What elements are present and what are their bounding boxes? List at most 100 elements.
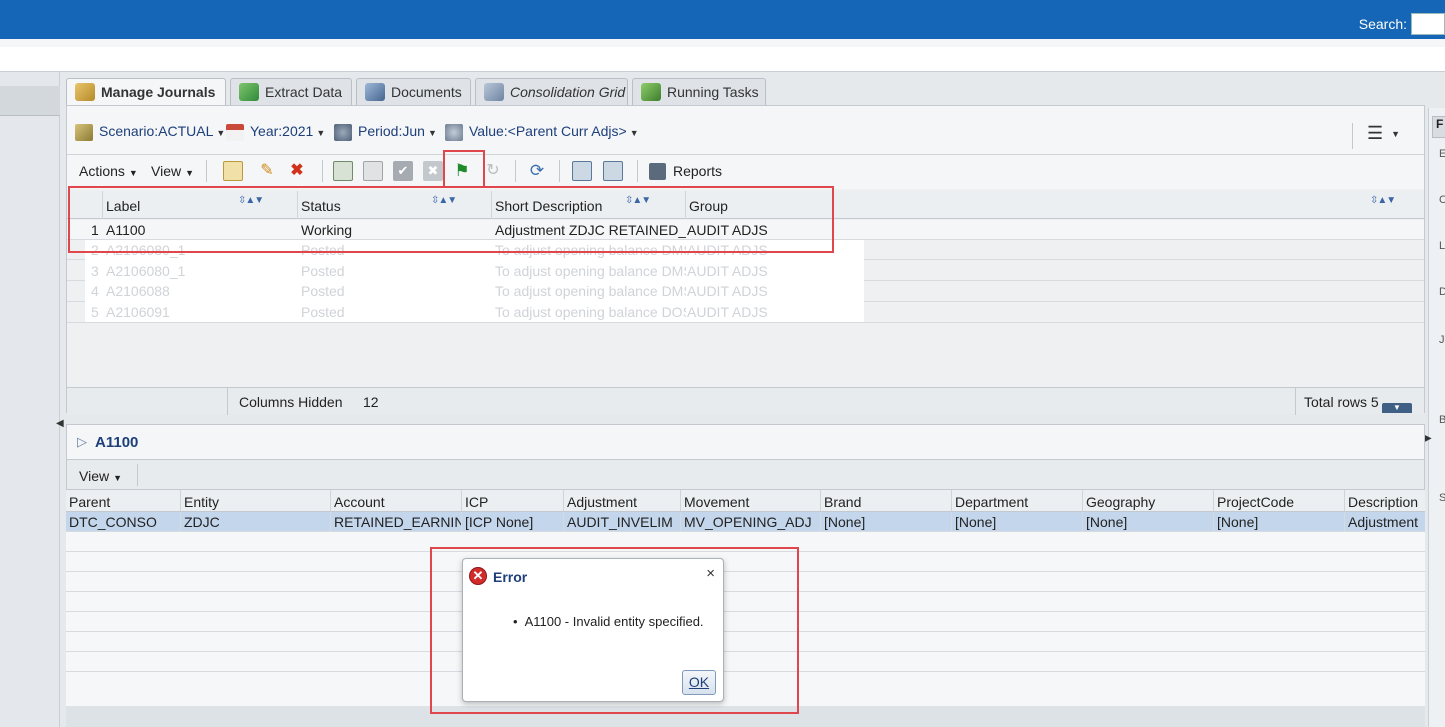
column-header-icp[interactable]: ICP	[462, 490, 564, 512]
sort-arrows-icon[interactable]: ⇳▲▼	[1370, 195, 1396, 206]
reject-icon[interactable]: ✖	[423, 161, 443, 181]
detail-row[interactable]	[66, 532, 1425, 552]
detail-row[interactable]	[66, 632, 1425, 652]
table-row[interactable]: 2 A2106080_1 Posted To adjust opening ba…	[85, 240, 864, 260]
column-header-description[interactable]: Description	[1345, 490, 1425, 512]
chevron-down-icon: ▼	[1391, 129, 1401, 140]
column-header-label[interactable]: Label ⇳▲▼	[103, 191, 298, 219]
sort-arrows-icon[interactable]: ⇳▲▼	[238, 195, 264, 206]
collapse-left-arrow-icon[interactable]: ◀	[56, 418, 64, 429]
pov-year[interactable]: Year:2021 ▼	[226, 123, 325, 141]
panel-menu-button[interactable]: ☰ ▼	[1352, 123, 1402, 149]
right-rail-tab[interactable]: F	[1432, 116, 1445, 138]
journal-detail-header: ▷ A1100	[66, 424, 1425, 460]
unpost-icon[interactable]: ↻	[483, 161, 503, 181]
export-icon[interactable]	[603, 161, 623, 181]
edit-pencil-icon[interactable]: ✎	[257, 161, 277, 181]
cell-label: A2106080_1	[106, 242, 186, 258]
divider	[322, 160, 323, 182]
documents-icon	[365, 83, 385, 101]
cell-description: Adjustment	[1348, 514, 1419, 530]
cell-entity: ZDJC	[181, 512, 331, 532]
manage-journals-panel: Scenario:ACTUAL ▼ Year:2021 ▼ Period:Jun ▼ …	[66, 105, 1425, 415]
expand-triangle-icon[interactable]: ▷	[77, 434, 87, 450]
column-header-status[interactable]: Status ⇳▲▼	[298, 191, 492, 219]
table-row[interactable]: 4 A2106088 Posted To adjust opening bala…	[85, 281, 864, 301]
cell-status: Posted	[301, 304, 345, 320]
column-header-geography[interactable]: Geography	[1083, 490, 1214, 512]
detail-view-menu[interactable]: View ▼	[79, 468, 122, 484]
new-journal-icon[interactable]	[223, 161, 243, 181]
column-header-group[interactable]: Group ⇳▲▼	[686, 191, 1424, 219]
pov-scenario-label: Scenario:ACTUAL	[99, 123, 214, 139]
divider	[227, 388, 228, 415]
column-header-brand[interactable]: Brand	[821, 490, 952, 512]
tab-documents[interactable]: Documents	[356, 78, 471, 105]
pov-scenario[interactable]: Scenario:ACTUAL ▼	[75, 123, 226, 141]
expand-right-arrow-icon[interactable]: ▶	[1424, 433, 1432, 444]
table-row[interactable]: 5 A2106091 Posted To adjust opening bala…	[85, 302, 864, 322]
unsubmit-icon[interactable]	[363, 161, 383, 181]
pov-value[interactable]: Value:<Parent Curr Adjs> ▼	[445, 123, 639, 141]
tab-consolidation-grid[interactable]: Consolidation Grid	[475, 78, 628, 105]
left-rail-header[interactable]	[0, 86, 60, 116]
detail-row[interactable]	[66, 652, 1425, 672]
table-row[interactable]: 3 A2106080_1 Posted To adjust opening ba…	[85, 261, 864, 281]
detail-row[interactable]	[66, 612, 1425, 632]
chevron-down-icon: ▼	[113, 473, 123, 483]
row-number: 3	[91, 263, 99, 279]
delete-icon[interactable]: ✖	[287, 161, 307, 181]
post-flag-icon[interactable]: ⚑	[452, 161, 472, 181]
column-header-parent[interactable]: Parent	[66, 490, 181, 512]
tab-running-tasks[interactable]: Running Tasks	[632, 78, 766, 105]
refresh-icon[interactable]: ⟳	[527, 161, 547, 181]
error-dialog: ✕ Error × A1100 - Invalid entity specifi…	[462, 558, 724, 702]
cell-short-description: To adjust opening balance DOS	[495, 304, 686, 320]
column-header-projectcode[interactable]: ProjectCode	[1214, 490, 1345, 512]
approve-check-icon[interactable]: ✔	[393, 161, 413, 181]
view-label: View	[79, 468, 110, 484]
reports-button[interactable]: Reports	[649, 163, 722, 180]
cell-group: AUDIT ADJS	[687, 304, 768, 320]
scroll-down-icon[interactable]: ▼	[1382, 403, 1412, 413]
detail-row-selected[interactable]: DTC_CONSO ZDJC RETAINED_EARNINGS [ICP No…	[66, 512, 1425, 532]
cell-icp: [ICP None]	[462, 512, 564, 532]
divider	[137, 464, 138, 486]
cell-label: A2106088	[106, 283, 170, 299]
scenario-icon	[75, 124, 93, 141]
cell-label: A1100	[106, 222, 146, 238]
table-row[interactable]: 1 A1100 Working Adjustment ZDJC RETAINED…	[67, 220, 1424, 240]
right-rail-letter: L	[1439, 240, 1445, 252]
detail-row[interactable]	[66, 572, 1425, 592]
import-icon[interactable]	[572, 161, 592, 181]
column-header-department[interactable]: Department	[952, 490, 1083, 512]
tab-label: Consolidation Grid	[510, 84, 626, 100]
cell-department: [None]	[952, 512, 1083, 532]
extract-icon	[239, 83, 259, 101]
sort-arrows-icon[interactable]: ⇳▲▼	[625, 195, 651, 206]
column-header-entity[interactable]: Entity	[181, 490, 331, 512]
right-rail-letter: Jc	[1439, 334, 1445, 346]
detail-row[interactable]	[66, 592, 1425, 612]
column-header-adjustment[interactable]: Adjustment	[564, 490, 681, 512]
sort-arrows-icon[interactable]: ⇳▲▼	[431, 195, 457, 206]
column-header-short-description[interactable]: Short Description ⇳▲▼	[492, 191, 686, 219]
cell-short-description: To adjust opening balance DMS	[495, 242, 686, 258]
tab-manage-journals[interactable]: Manage Journals	[66, 78, 226, 106]
submit-icon[interactable]	[333, 161, 353, 181]
view-menu[interactable]: View ▼	[151, 163, 194, 179]
actions-menu[interactable]: Actions ▼	[79, 163, 138, 179]
detail-row[interactable]	[66, 552, 1425, 572]
journals-grid-header: Label ⇳▲▼ Status ⇳▲▼ Short Description ⇳▲▼ …	[67, 191, 1424, 219]
ok-button[interactable]: OK	[682, 670, 716, 695]
pov-period[interactable]: Period:Jun ▼	[334, 123, 437, 141]
journal-icon	[75, 83, 95, 101]
search-input[interactable]	[1411, 13, 1445, 35]
tab-extract-data[interactable]: Extract Data	[230, 78, 352, 105]
close-icon[interactable]: ×	[706, 565, 715, 582]
column-header-account[interactable]: Account	[331, 490, 462, 512]
chevron-down-icon: ▼	[216, 128, 226, 138]
pov-period-label: Period:Jun	[358, 123, 425, 139]
column-header-movement[interactable]: Movement	[681, 490, 821, 512]
cell-group: AUDIT ADJS	[687, 263, 768, 279]
